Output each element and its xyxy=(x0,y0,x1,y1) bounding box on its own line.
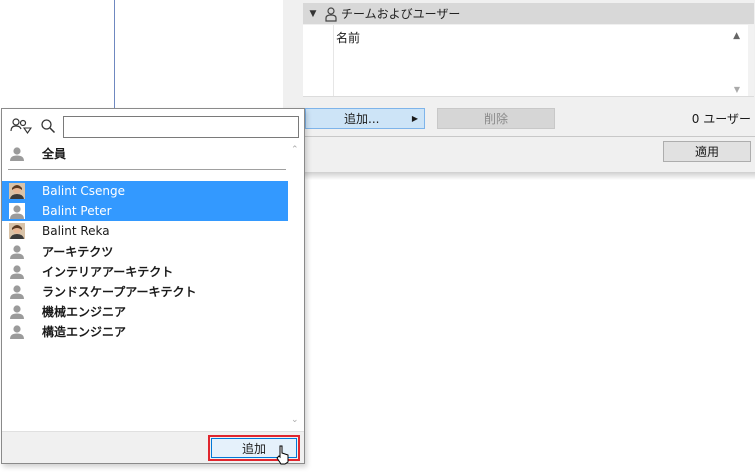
user-list-item[interactable]: インテリアアーキテクト xyxy=(2,261,288,281)
mouse-cursor-icon xyxy=(276,445,289,465)
user-list-item[interactable]: Balint Peter xyxy=(2,201,288,221)
user-list-item-label: 機械エンジニア xyxy=(42,304,127,319)
dropdown-arrow-icon: ▶ xyxy=(411,114,418,123)
team-icon xyxy=(10,325,24,339)
user-list-item[interactable]: Balint Csenge xyxy=(2,181,288,201)
user-filter-icon[interactable] xyxy=(10,116,32,136)
delete-label: 削除 xyxy=(483,112,508,126)
scroll-up-icon[interactable]: ⌃ xyxy=(291,145,299,155)
delete-button[interactable]: 削除 xyxy=(437,108,555,129)
photo-avatar-icon xyxy=(9,183,25,199)
list-divider xyxy=(8,169,286,170)
sort-up-icon[interactable]: ▲ xyxy=(733,31,740,41)
collapse-triangle-icon[interactable]: ▼ xyxy=(303,9,323,19)
person-placeholder-icon xyxy=(9,145,25,161)
scroll-down-icon[interactable]: ▼ xyxy=(734,85,740,94)
team-icon xyxy=(10,245,24,259)
team-icon xyxy=(10,285,24,299)
scrollbar[interactable] xyxy=(748,25,754,96)
add-dropdown-label: 追加... xyxy=(344,112,380,126)
user-list-item[interactable]: ランドスケープアーキテクト xyxy=(2,281,288,301)
user-list-item[interactable]: 機械エンジニア xyxy=(2,301,288,321)
divider xyxy=(303,136,755,137)
user-list-item-label: Balint Reka xyxy=(42,224,110,238)
apply-button[interactable]: 適用 xyxy=(663,141,751,162)
background-window-edge xyxy=(114,0,115,108)
user-list-item-label: Balint Csenge xyxy=(42,184,125,198)
user-picker-popup: 全員 Balint Csenge Balint Peter Balint Reka ア… xyxy=(1,108,305,464)
user-list-item[interactable]: Balint Reka xyxy=(2,221,288,241)
everyone-item[interactable]: 全員 xyxy=(2,143,290,163)
user-list-item-label: インテリアアーキテクト xyxy=(42,264,174,279)
user-list-item[interactable]: 構造エンジニア xyxy=(2,321,288,341)
user-count: 0 ユーザー xyxy=(691,112,751,126)
photo-avatar-icon xyxy=(9,223,25,239)
section-title: チームおよびユーザー xyxy=(341,7,461,21)
user-list: Balint Csenge Balint Peter Balint Reka アーキテ… xyxy=(2,181,288,341)
user-list-item[interactable]: アーキテクツ xyxy=(2,241,288,261)
dialog-shadow xyxy=(283,172,755,180)
everyone-label: 全員 xyxy=(42,146,67,161)
members-list[interactable]: 名前 ▲ ▼ xyxy=(303,25,754,97)
add-dropdown-button[interactable]: 追加... ▶ xyxy=(305,108,425,129)
scroll-down-icon[interactable]: ⌄ xyxy=(291,415,299,425)
user-list-item-label: 構造エンジニア xyxy=(42,324,127,339)
section-header[interactable]: ▼ チームおよびユーザー xyxy=(303,3,754,24)
column-header-name[interactable]: 名前 xyxy=(336,29,360,46)
person-placeholder-icon xyxy=(9,203,25,219)
team-icon xyxy=(10,305,24,319)
user-list-item-label: アーキテクツ xyxy=(42,244,114,259)
user-list-item-label: ランドスケープアーキテクト xyxy=(42,284,197,299)
apply-label: 適用 xyxy=(694,145,719,159)
add-label: 追加 xyxy=(241,441,266,456)
team-users-panel: ▼ チームおよびユーザー 名前 ▲ ▼ 追加... ▶ 削除 0 ユーザー 適用 xyxy=(283,0,755,180)
user-outline-icon xyxy=(325,6,337,22)
search-icon xyxy=(41,119,56,134)
picker-footer: 追加 xyxy=(2,431,304,463)
picker-toolbar xyxy=(2,109,304,143)
team-icon xyxy=(10,265,24,279)
user-list-item-label: Balint Peter xyxy=(42,204,112,218)
column-separator xyxy=(333,25,334,96)
search-input[interactable] xyxy=(63,116,299,138)
